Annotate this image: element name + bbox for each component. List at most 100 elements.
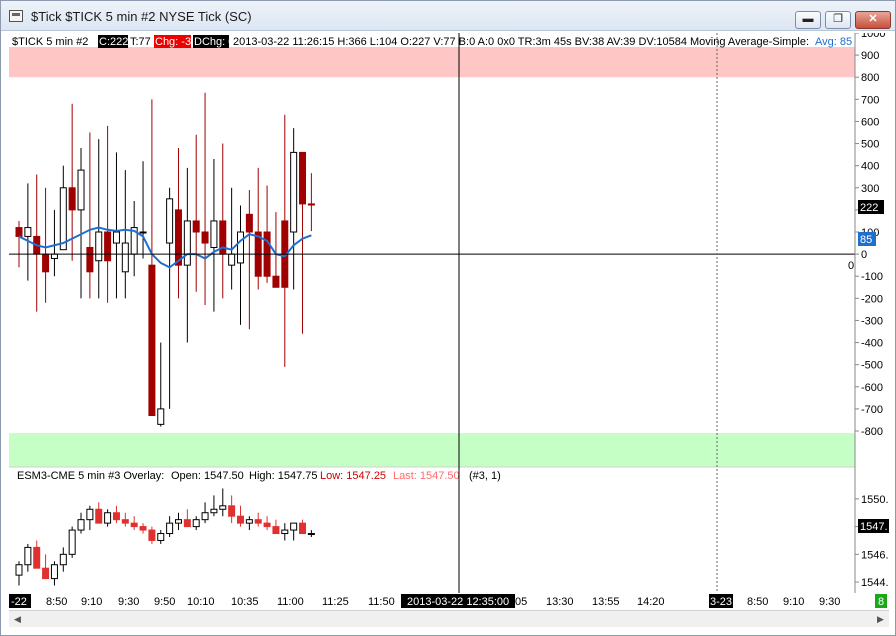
overlay-symbol: ESM3-CME 5 min #3 Overlay: xyxy=(17,470,164,482)
tick-candle-body xyxy=(86,246,94,273)
overlay-candle-body xyxy=(77,519,85,531)
overlay-candle-body xyxy=(104,512,112,524)
time-label: 14:20 xyxy=(637,596,665,608)
cursor-time-label: 2013-03-22 12:35:00 xyxy=(407,596,509,608)
overlay-candle-body xyxy=(139,526,147,531)
price-tick-label: 600 xyxy=(861,116,879,128)
tick-candle-body xyxy=(121,242,129,273)
tick-candle-body xyxy=(192,220,200,233)
overlay-high: High: 1547.75 xyxy=(249,470,318,482)
tick-candle-body xyxy=(104,231,112,262)
tick-candle-body xyxy=(290,151,298,233)
tick-candle-body xyxy=(139,231,147,234)
overlay-candle-body xyxy=(86,508,94,521)
tick-candle-body xyxy=(201,231,209,244)
price-tick-label: 900 xyxy=(861,50,879,62)
app-window-icon[interactable] xyxy=(9,10,23,22)
tick-candle-body xyxy=(68,187,76,211)
time-label: 13:55 xyxy=(592,596,620,608)
overlay-candle-body xyxy=(263,522,271,528)
price-tick-label: -200 xyxy=(861,293,883,305)
price-tick-label: 300 xyxy=(861,183,879,195)
tick-candle-body xyxy=(183,220,191,266)
price-tick-label: -100 xyxy=(861,271,883,283)
tick-candle-body xyxy=(228,253,236,266)
tick-candle-body xyxy=(95,231,103,262)
scroll-right-arrow-icon[interactable]: ▶ xyxy=(872,611,889,627)
price-tick-label: -700 xyxy=(861,404,883,416)
price-tick-label: 800 xyxy=(861,72,879,84)
overlay-candle-body xyxy=(15,564,23,576)
overlay-candle-body xyxy=(245,519,253,524)
chart-area[interactable]: 0 $TICK 5 min #2 C:222 T:77 Chg: -3 DChg… xyxy=(9,33,889,609)
time-label: 8:50 xyxy=(747,596,768,608)
time-label: 9:30 xyxy=(819,596,840,608)
time-label: 10:10 xyxy=(187,596,215,608)
overlay-candle-body xyxy=(290,522,298,531)
title-bar[interactable]: $Tick $TICK 5 min #2 NYSE Tick (SC) ▬ ❐ … xyxy=(1,1,895,31)
overlay-candle-body xyxy=(68,529,76,555)
price-tick-label: -300 xyxy=(861,315,883,327)
avg-label: Avg: 85 xyxy=(815,36,852,48)
time-label: 11:25 xyxy=(322,596,349,608)
tick-candle-body xyxy=(157,408,165,425)
time-label: 11:00 xyxy=(277,596,304,608)
overlay-candle-body xyxy=(183,519,191,528)
overlay-candle-body xyxy=(42,567,50,580)
time-label: 10:35 xyxy=(231,596,259,608)
tick-candle-body xyxy=(174,209,182,266)
overlay-extra: (#3, 1) xyxy=(469,470,501,482)
overlay-candle-body xyxy=(281,529,289,535)
tick-candle-body xyxy=(166,198,174,244)
horizontal-scrollbar[interactable]: ◀ ▶ xyxy=(9,610,889,627)
overlay-tick-label: 1544. xyxy=(861,577,889,589)
price-tick-label: 700 xyxy=(861,94,879,106)
time-label: 11:50 xyxy=(368,596,395,608)
main-symbol: $TICK 5 min #2 xyxy=(12,36,88,48)
overlay-header: ESM3-CME 5 min #3 Overlay: Open: 1547.50… xyxy=(17,470,501,482)
overlay-candle-body xyxy=(219,505,227,510)
time-label: 9:10 xyxy=(783,596,804,608)
overlay-candle-body xyxy=(112,512,120,521)
overlay-open: Open: 1547.50 xyxy=(171,470,244,482)
time-label: 9:30 xyxy=(118,596,139,608)
time-label: 9:50 xyxy=(154,596,175,608)
tick-candle-body xyxy=(59,187,67,251)
price-tick-label: 1000 xyxy=(861,33,885,40)
overlay-candle-body xyxy=(254,519,262,524)
overlay-candle-body xyxy=(130,522,138,528)
overlay-last: Last: 1547.50 xyxy=(393,470,460,482)
overlay-low: Low: 1547.25 xyxy=(320,470,386,482)
close-button[interactable]: ✕ xyxy=(855,11,891,29)
overlay-candle-body xyxy=(174,519,182,524)
overlay-candle-body xyxy=(166,522,174,535)
overlay-candle-body xyxy=(237,515,244,524)
overlay-candle-body xyxy=(59,553,67,566)
overlay-candle-body xyxy=(299,522,307,535)
scroll-left-arrow-icon[interactable]: ◀ xyxy=(9,611,26,627)
overlay-tick-label: 1546. xyxy=(861,549,889,561)
time-label: 05 xyxy=(515,596,527,608)
price-tick-label: -400 xyxy=(861,338,883,350)
tick-candle-body xyxy=(272,275,280,288)
overlay-candles xyxy=(15,488,315,586)
price-tick-label: 0 xyxy=(861,249,867,261)
price-tick-label: -500 xyxy=(861,360,883,372)
dchg-box: DChg: 0 xyxy=(194,36,234,48)
overlay-candle-body xyxy=(307,533,315,536)
close-box: C:222 xyxy=(99,36,128,48)
tick-candle-body xyxy=(112,231,120,244)
overlay-candle-body xyxy=(228,505,236,517)
scroll-track[interactable] xyxy=(27,614,870,624)
overlay-candle-body xyxy=(148,529,156,541)
overlay-candle-body xyxy=(272,526,280,535)
chart-canvas[interactable]: 0 $TICK 5 min #2 C:222 T:77 Chg: -3 DChg… xyxy=(9,33,889,609)
overlay-candle-body xyxy=(192,519,200,528)
minimize-button[interactable]: ▬ xyxy=(795,11,821,29)
overlay-candle-body xyxy=(33,546,41,569)
main-header: $TICK 5 min #2 C:222 T:77 Chg: -3 DChg: … xyxy=(12,35,852,48)
maximize-button[interactable]: ❐ xyxy=(825,11,851,29)
tick-candle-body xyxy=(245,213,253,233)
price-tick-label: 400 xyxy=(861,161,879,173)
tick-candle-body xyxy=(307,203,315,206)
